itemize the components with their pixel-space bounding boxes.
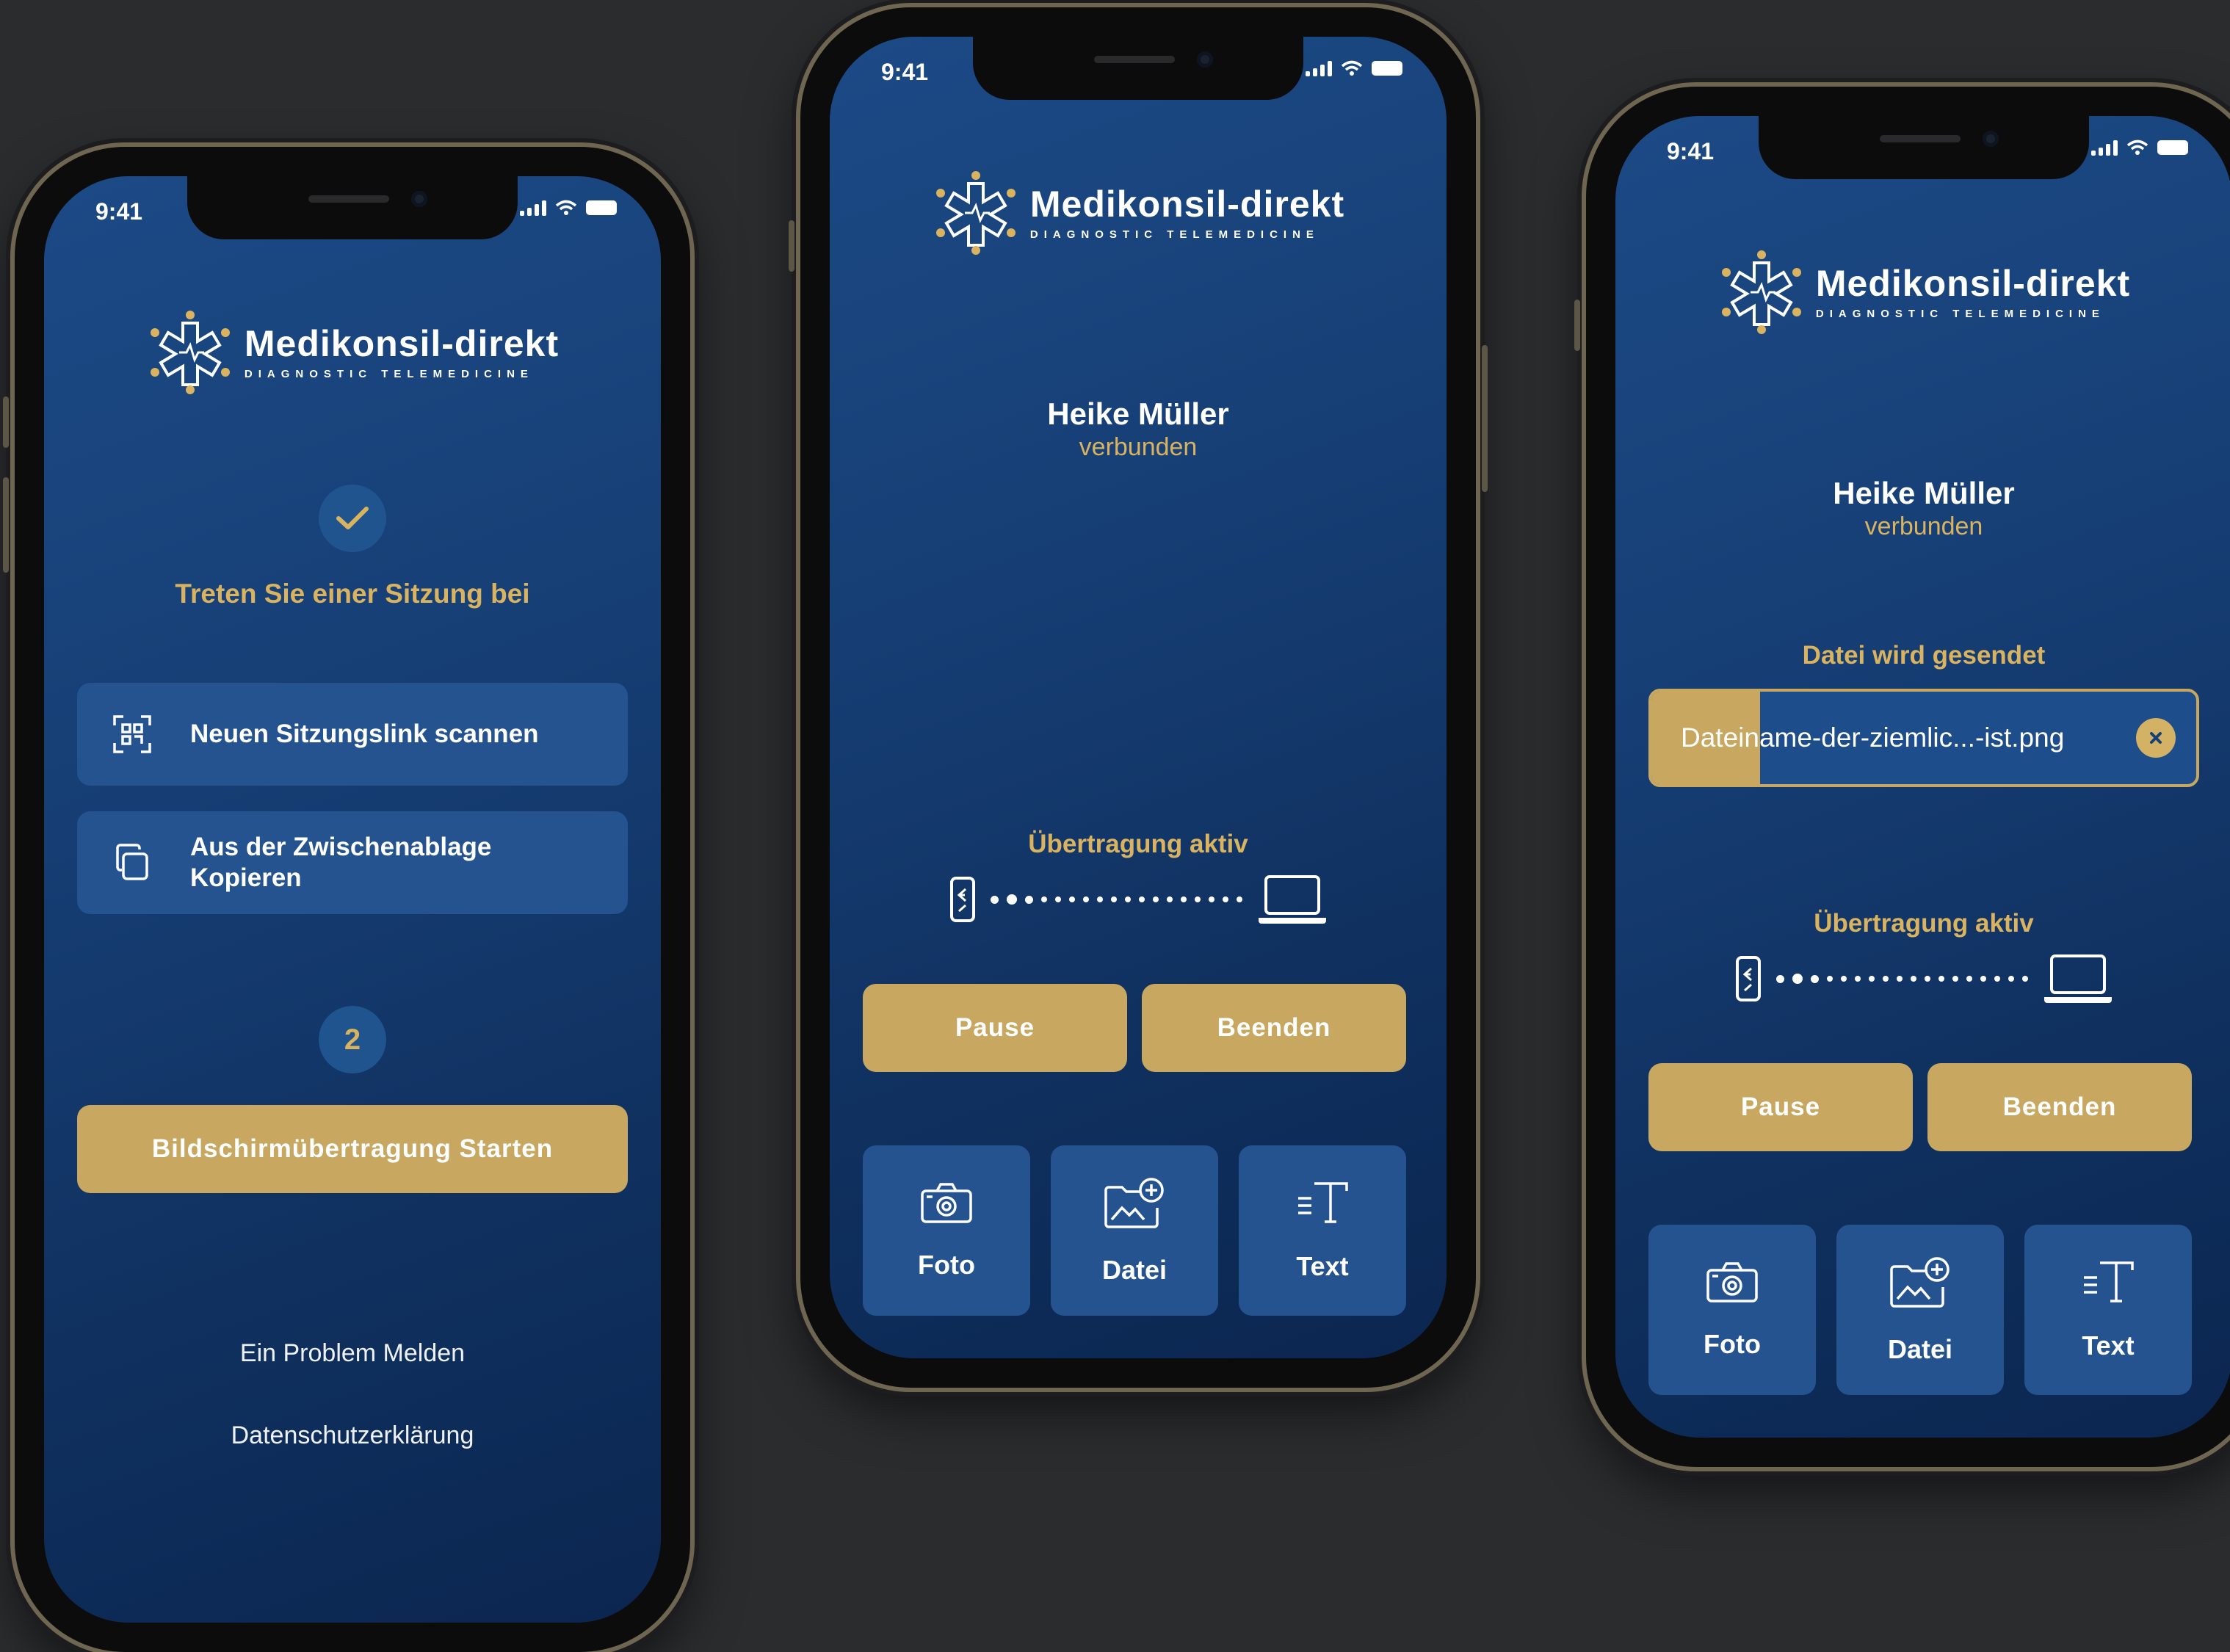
laptop-icon: [2043, 954, 2112, 1003]
step-one-badge: [319, 485, 386, 552]
signal-icon: [520, 200, 546, 216]
pause-button[interactable]: Pause: [1648, 1063, 1913, 1151]
join-session-heading: Treten Sie einer Sitzung bei: [175, 579, 530, 609]
photo-tile[interactable]: Foto: [1648, 1225, 1816, 1395]
transfer-indicator: [1615, 953, 2230, 1004]
notch: [973, 37, 1303, 100]
cancel-upload-button[interactable]: [2136, 718, 2176, 758]
smartphone-icon: [1735, 956, 1761, 1001]
text-tile[interactable]: Text: [2024, 1225, 2192, 1395]
contact-name: Heike Müller: [1047, 396, 1229, 431]
wifi-icon: [1341, 60, 1363, 76]
file-folder-icon: [1890, 1257, 1950, 1308]
contact-status: verbunden: [1864, 512, 1983, 540]
app-screen: 9:41 Medikonsil-direkt DIAGNOSTIC TELEME…: [830, 37, 1447, 1358]
app-logo: Medikonsil-direkt DIAGNOSTIC TELEMEDICIN…: [44, 308, 661, 396]
file-tile-label: Datei: [1101, 1255, 1168, 1285]
photo-tile-label: Foto: [918, 1250, 975, 1280]
status-time: 9:41: [95, 198, 143, 225]
copy-icon: [116, 844, 148, 880]
file-upload-progress: Dateiname-der-ziemlic...-ist.png: [1648, 689, 2199, 787]
text-format-icon: [1298, 1182, 1348, 1223]
file-name: Dateiname-der-ziemlic...-ist.png: [1681, 722, 2065, 753]
privacy-policy-link[interactable]: Datenschutzerklärung: [44, 1421, 661, 1450]
clipboard-label-line2: Kopieren: [190, 863, 302, 892]
step-two-badge: 2: [319, 1006, 386, 1073]
checkmark-icon: [336, 507, 369, 529]
wifi-icon: [555, 200, 577, 215]
medical-star-logo-icon: [150, 311, 230, 394]
battery-icon: [2157, 140, 2188, 155]
status-icons: [520, 200, 617, 216]
status-icons: [2091, 140, 2188, 156]
logo-subtitle: DIAGNOSTIC TELEMEDICINE: [1815, 307, 2105, 320]
phone-file-sending: 9:41 Medikonsil-direkt DIAGNOSTIC TELEME…: [1574, 87, 2230, 1467]
app-logo: Medikonsil-direkt DIAGNOSTIC TELEMEDICIN…: [830, 169, 1447, 257]
start-screen-transfer-button[interactable]: Bildschirmübertragung Starten: [77, 1105, 628, 1193]
transfer-progress-dots: [1775, 974, 2028, 984]
transfer-status-label: Übertragung aktiv: [1028, 830, 1248, 858]
notch: [187, 176, 518, 239]
scan-session-link-button[interactable]: Neuen Sitzungslink scannen: [77, 683, 628, 786]
paste-clipboard-button[interactable]: Aus der Zwischenablage Kopieren: [77, 811, 628, 914]
transfer-status-label: Übertragung aktiv: [1814, 909, 2034, 938]
text-tile-label: Text: [2082, 1330, 2135, 1361]
end-button[interactable]: Beenden: [1142, 984, 1406, 1072]
app-screen: 9:41 Medikonsil-direkt DIAGNOSTIC TELEME…: [44, 176, 661, 1623]
status-icons: [1306, 60, 1402, 76]
camera-icon: [921, 1183, 972, 1223]
signal-icon: [2091, 140, 2118, 156]
camera-icon: [1706, 1262, 1758, 1303]
file-sending-label: Datei wird gesendet: [1802, 641, 2046, 670]
file-tile[interactable]: Datei: [1836, 1225, 2004, 1395]
notch: [1759, 116, 2089, 179]
file-tile-label: Datei: [1887, 1334, 1953, 1364]
photo-tile-label: Foto: [1704, 1329, 1761, 1359]
clipboard-label-line1: Aus der Zwischenablage: [190, 833, 492, 861]
battery-icon: [586, 200, 617, 215]
smartphone-icon: [949, 877, 975, 922]
logo-subtitle: DIAGNOSTIC TELEMEDICINE: [244, 367, 534, 380]
medical-star-logo-icon: [935, 171, 1016, 255]
status-time: 9:41: [1667, 138, 1715, 164]
signal-icon: [1306, 60, 1332, 76]
contact-name: Heike Müller: [1833, 476, 2015, 510]
text-tile-label: Text: [1296, 1251, 1349, 1281]
file-folder-icon: [1104, 1178, 1164, 1228]
status-time: 9:41: [881, 59, 929, 85]
contact-status: verbunden: [1079, 433, 1198, 461]
report-problem-link[interactable]: Ein Problem Melden: [44, 1339, 661, 1368]
phone-join-session: 9:41 Medikonsil-direkt DIAGNOSTIC TELEME…: [3, 147, 690, 1652]
medical-star-logo-icon: [1721, 250, 1801, 334]
app-screen: 9:41 Medikonsil-direkt DIAGNOSTIC TELEME…: [1615, 116, 2230, 1438]
logo-name: Medikonsil-direkt: [1029, 183, 1345, 225]
app-logo: Medikonsil-direkt DIAGNOSTIC TELEMEDICIN…: [1615, 248, 2230, 336]
logo-name: Medikonsil-direkt: [244, 322, 560, 364]
logo-name: Medikonsil-direkt: [1815, 262, 2131, 304]
file-tile[interactable]: Datei: [1051, 1145, 1218, 1316]
laptop-icon: [1258, 875, 1326, 924]
transfer-indicator: [830, 874, 1447, 925]
photo-tile[interactable]: Foto: [863, 1145, 1030, 1316]
phone-transfer-active: 9:41 Medikonsil-direkt DIAGNOSTIC TELEME…: [789, 7, 1488, 1388]
logo-subtitle: DIAGNOSTIC TELEMEDICINE: [1029, 228, 1319, 241]
qr-scan-icon: [113, 715, 151, 753]
transfer-progress-dots: [990, 894, 1242, 905]
scan-button-label: Neuen Sitzungslink scannen: [190, 720, 539, 748]
wifi-icon: [2126, 140, 2148, 155]
text-tile[interactable]: Text: [1239, 1145, 1406, 1316]
battery-icon: [1372, 61, 1402, 76]
text-format-icon: [2084, 1261, 2134, 1303]
close-icon: [2150, 732, 2162, 744]
pause-button[interactable]: Pause: [863, 984, 1127, 1072]
end-button[interactable]: Beenden: [1927, 1063, 2192, 1151]
